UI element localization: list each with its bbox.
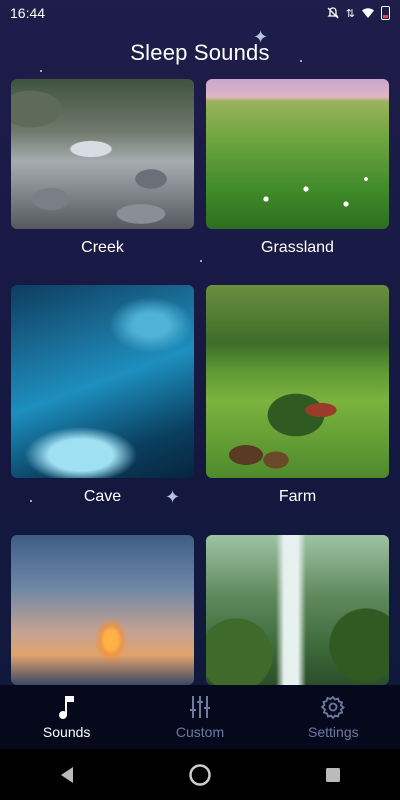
recents-button[interactable] bbox=[309, 751, 357, 799]
battery-icon bbox=[381, 6, 390, 20]
sound-card-creek[interactable]: Creek bbox=[11, 79, 194, 257]
creek-image[interactable] bbox=[11, 79, 194, 229]
sound-card-grassland[interactable]: Grassland bbox=[206, 79, 389, 257]
farm-image[interactable] bbox=[206, 285, 389, 478]
status-bar: 16:44 ⇅ bbox=[0, 0, 400, 26]
home-button[interactable] bbox=[176, 751, 224, 799]
grassland-image[interactable] bbox=[206, 79, 389, 229]
tab-label: Sounds bbox=[42, 724, 91, 740]
sound-label: Creek bbox=[81, 239, 124, 256]
gear-icon bbox=[321, 694, 346, 720]
tab-custom[interactable]: Custom bbox=[133, 685, 266, 749]
waterfall-image[interactable] bbox=[206, 535, 389, 685]
tab-settings[interactable]: Settings bbox=[267, 685, 400, 749]
page-title: Sleep Sounds bbox=[130, 40, 270, 65]
cave-image[interactable] bbox=[11, 285, 194, 478]
back-button[interactable] bbox=[43, 751, 91, 799]
sound-label: Grassland bbox=[261, 239, 334, 256]
status-time: 16:44 bbox=[10, 5, 46, 21]
music-note-icon bbox=[57, 694, 77, 720]
back-icon bbox=[60, 766, 73, 783]
recents-icon bbox=[326, 767, 341, 782]
tab-label: Custom bbox=[175, 724, 225, 740]
system-navigation-bar bbox=[0, 749, 400, 800]
sound-card-cave[interactable]: Cave bbox=[11, 285, 194, 506]
sound-label: Cave bbox=[83, 488, 122, 505]
sound-label: Farm bbox=[278, 488, 317, 505]
tab-sounds[interactable]: Sounds bbox=[0, 685, 133, 749]
sound-grid[interactable]: Creek Grassland Cave Farm bbox=[11, 79, 390, 685]
sound-card-farm[interactable]: Farm bbox=[206, 285, 389, 506]
sound-card-campfire[interactable] bbox=[11, 535, 194, 685]
mute-icon bbox=[327, 7, 339, 19]
wifi-icon bbox=[362, 8, 374, 18]
bottom-nav: Sounds Custom Settings bbox=[0, 685, 400, 749]
sound-card-waterfall[interactable] bbox=[206, 535, 389, 685]
status-icons: ⇅ bbox=[326, 6, 390, 20]
tab-label: Settings bbox=[308, 724, 359, 740]
data-arrows-icon: ⇅ bbox=[345, 7, 355, 20]
sliders-icon bbox=[189, 694, 211, 720]
campfire-image[interactable] bbox=[11, 535, 194, 685]
home-icon bbox=[189, 763, 211, 786]
